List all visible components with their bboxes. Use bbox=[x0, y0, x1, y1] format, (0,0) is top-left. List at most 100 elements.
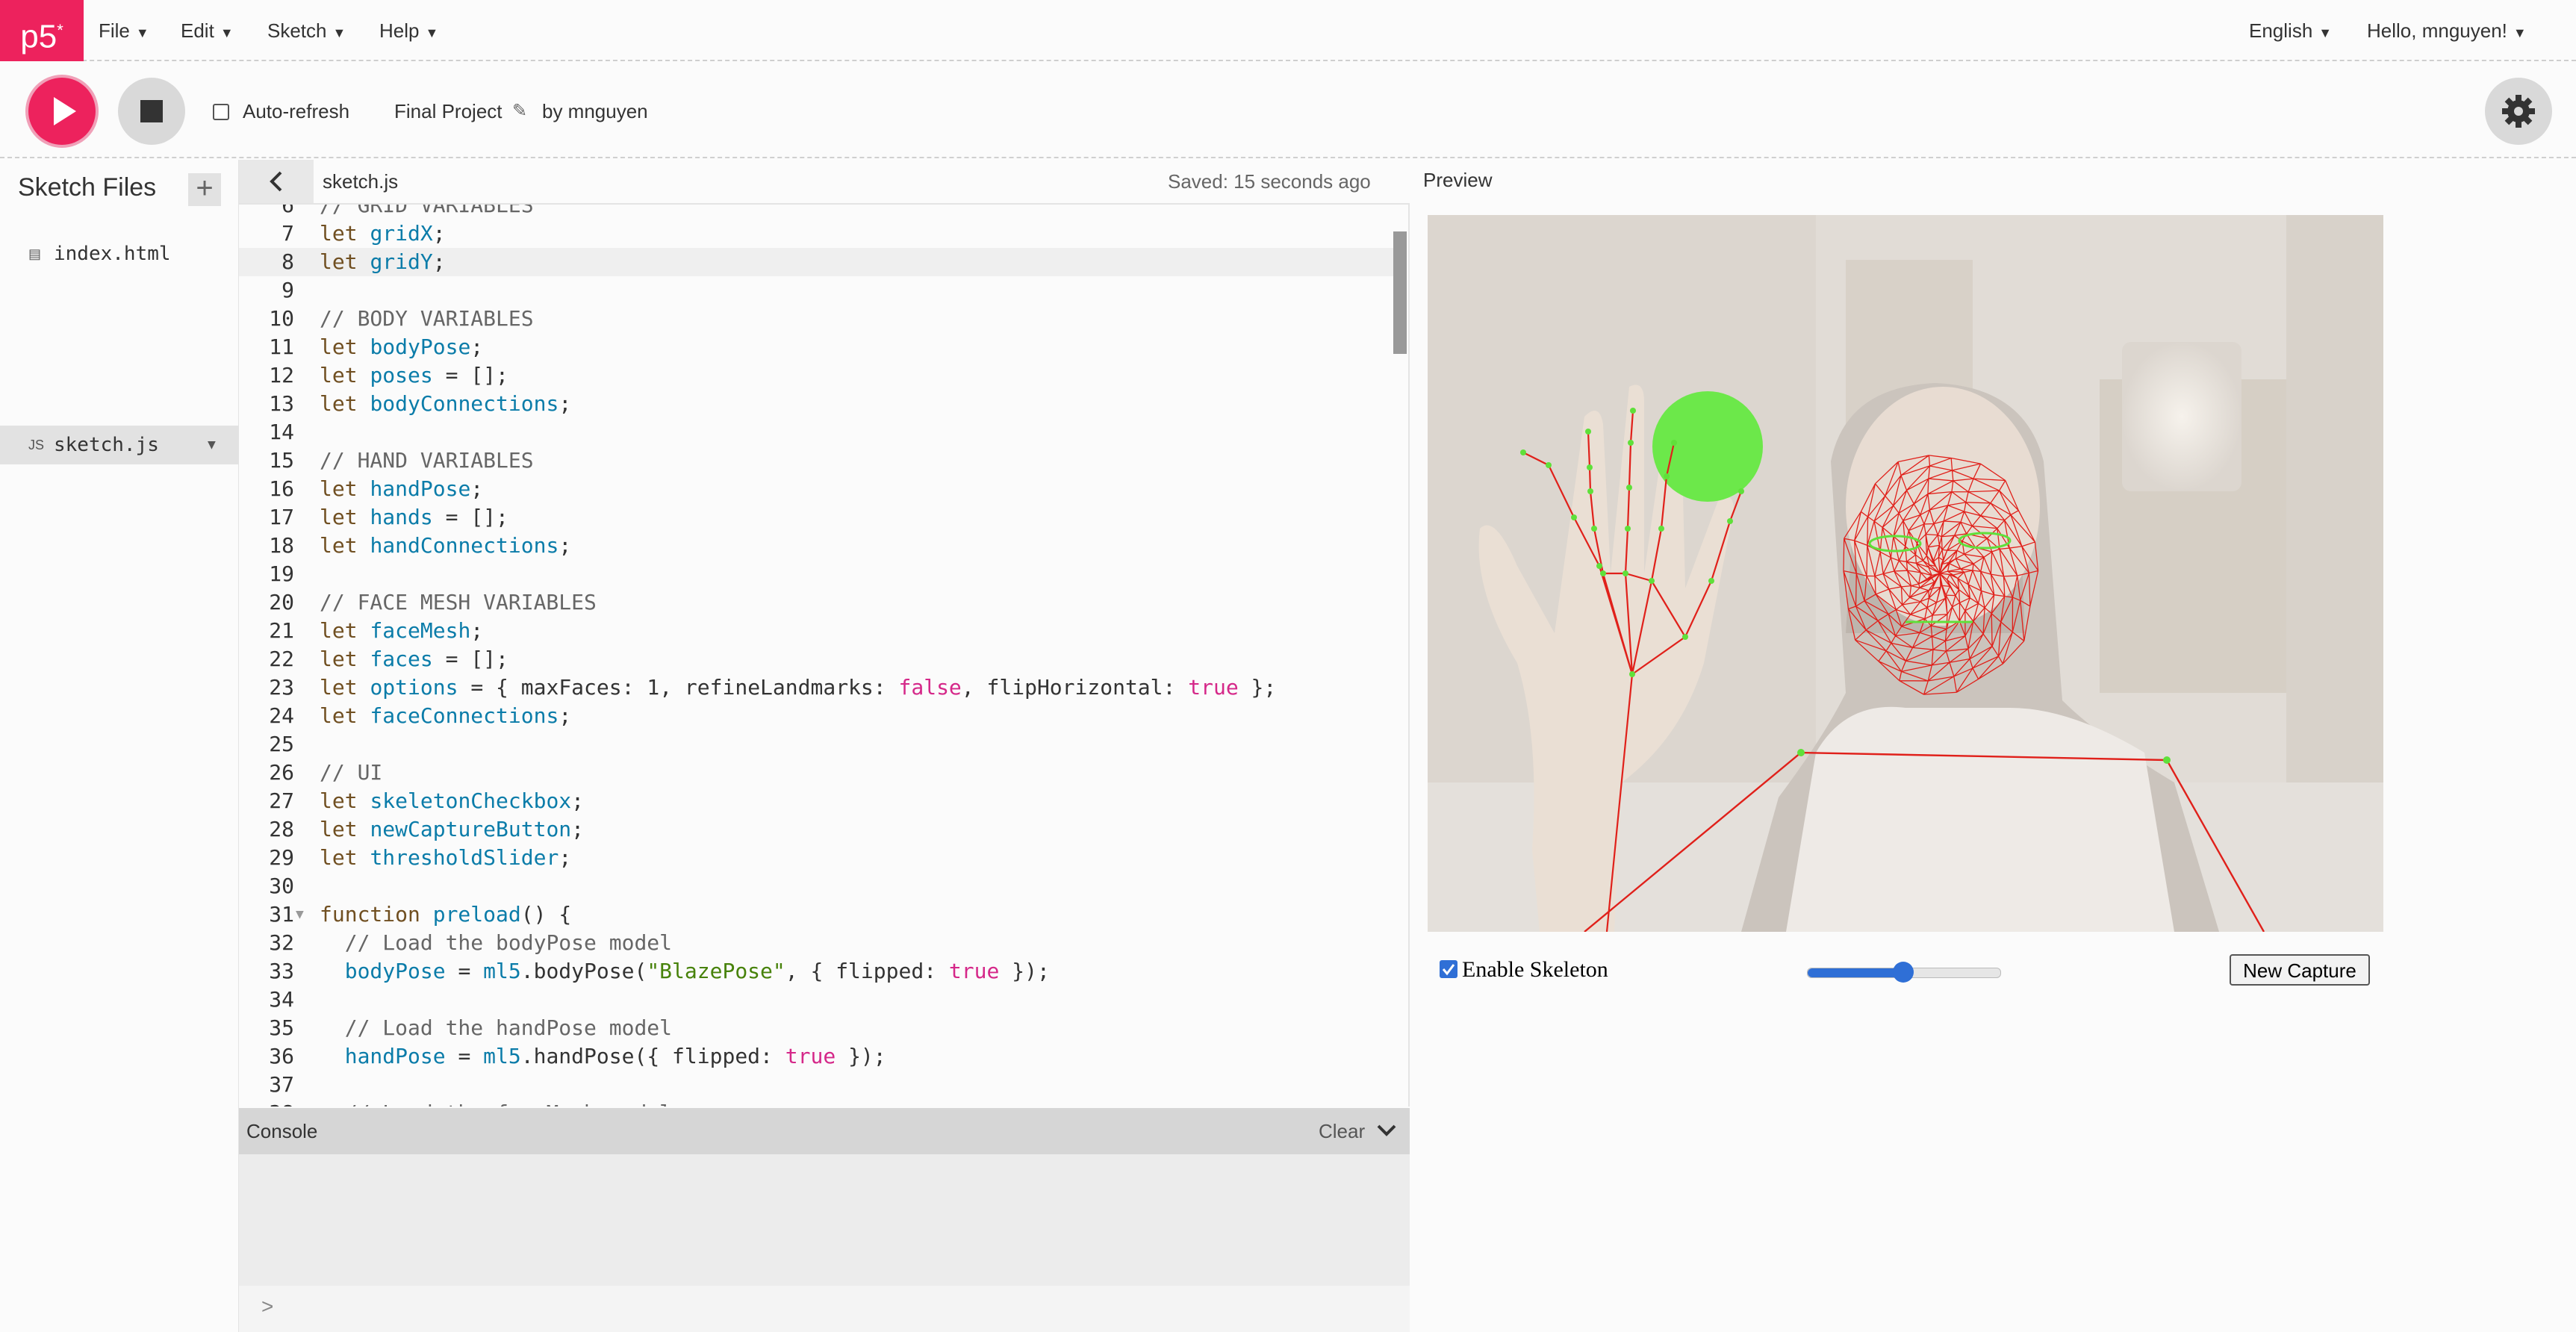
line-number: 33 bbox=[269, 959, 294, 983]
code-text: let faces = []; bbox=[320, 647, 508, 671]
code-line[interactable]: 34 bbox=[239, 986, 1396, 1014]
code-text: handPose = ml5.handPose({ flipped: true … bbox=[344, 1044, 886, 1068]
language-label: English bbox=[2249, 19, 2313, 42]
sidebar-title: Sketch Files bbox=[18, 173, 157, 202]
code-line[interactable]: 21 let faceMesh; bbox=[239, 617, 1396, 645]
code-text: // Load the bodyPose model bbox=[344, 930, 673, 955]
enable-skeleton-checkbox[interactable] bbox=[1440, 960, 1457, 978]
add-file-button[interactable]: + bbox=[188, 173, 221, 206]
fold-arrow-icon[interactable]: ▼ bbox=[296, 900, 304, 929]
menu-help[interactable]: Help ▼ bbox=[379, 0, 438, 61]
code-line[interactable]: 18 let handConnections; bbox=[239, 532, 1396, 560]
code-line[interactable]: 30 bbox=[239, 872, 1396, 900]
code-line[interactable]: 14 bbox=[239, 418, 1396, 446]
code-line[interactable]: 11 let bodyPose; bbox=[239, 333, 1396, 361]
code-line[interactable]: 6 // GRID VARIABLES bbox=[239, 203, 1396, 220]
code-text: // Load the handPose model bbox=[344, 1015, 673, 1040]
chevron-down-icon[interactable] bbox=[1375, 1121, 1398, 1139]
line-number: 37 bbox=[269, 1072, 294, 1097]
code-text: bodyPose = ml5.bodyPose("BlazePose", { f… bbox=[344, 959, 1050, 983]
code-line[interactable]: 13 let bodyConnections; bbox=[239, 390, 1396, 418]
code-text: // Load the faceMesh model bbox=[320, 1099, 672, 1107]
html-file-icon: ▤ bbox=[28, 246, 42, 261]
code-line[interactable]: 15 // HAND VARIABLES bbox=[239, 446, 1396, 475]
file-item-index-html[interactable]: ▤ index.html bbox=[0, 234, 239, 273]
code-editor[interactable]: 6 // GRID VARIABLES 7 let gridX; 8 let gridY;… bbox=[239, 203, 1410, 1107]
code-text: let faceConnections; bbox=[320, 703, 572, 728]
code-text: // BODY VARIABLES bbox=[320, 306, 534, 331]
collapse-sidebar-button[interactable] bbox=[239, 160, 314, 203]
line-number: 27 bbox=[269, 788, 294, 813]
menu-sketch[interactable]: Sketch ▼ bbox=[267, 0, 346, 61]
file-item-sketch-js[interactable]: JS sketch.js ▼ bbox=[0, 426, 239, 464]
line-number: 24 bbox=[269, 703, 294, 728]
menu-file[interactable]: File ▼ bbox=[99, 0, 149, 61]
line-number: 6 bbox=[281, 203, 294, 217]
p5-logo[interactable]: p5* bbox=[0, 0, 84, 61]
code-line[interactable]: 12 let poses = []; bbox=[239, 361, 1396, 390]
editor-scrollbar[interactable] bbox=[1393, 231, 1407, 354]
sketch-files-sidebar: Sketch Files + ▤ index.html JS sketch.js… bbox=[0, 160, 239, 1332]
language-selector[interactable]: English ▼ bbox=[2249, 0, 2332, 61]
line-number: 19 bbox=[269, 561, 294, 586]
console-clear-button[interactable]: Clear bbox=[1319, 1120, 1365, 1143]
code-line[interactable]: 17 let hands = []; bbox=[239, 503, 1396, 532]
code-line[interactable]: 26 // UI bbox=[239, 759, 1396, 787]
project-name[interactable]: Final Project bbox=[394, 100, 503, 123]
code-text: // FACE MESH VARIABLES bbox=[320, 590, 597, 614]
pencil-icon[interactable]: ✎ bbox=[512, 100, 527, 122]
code-line[interactable]: 20 // FACE MESH VARIABLES bbox=[239, 588, 1396, 617]
user-menu[interactable]: Hello, mnguyen! ▼ bbox=[2367, 0, 2527, 61]
code-line[interactable]: 25 bbox=[239, 730, 1396, 759]
code-line[interactable]: 29 let thresholdSlider; bbox=[239, 844, 1396, 872]
chevron-down-icon: ▼ bbox=[2318, 25, 2333, 40]
code-line[interactable]: 33 bodyPose = ml5.bodyPose("BlazePose", … bbox=[239, 957, 1396, 986]
settings-button[interactable] bbox=[2485, 78, 2552, 145]
sketch-controls: Enable Skeleton New Capture bbox=[1428, 932, 2383, 1014]
play-button[interactable] bbox=[28, 78, 96, 145]
code-line[interactable]: 37 bbox=[239, 1071, 1396, 1099]
line-number: 32 bbox=[269, 930, 294, 955]
new-capture-button[interactable]: New Capture bbox=[2230, 954, 2370, 986]
code-line[interactable]: 9 bbox=[239, 276, 1396, 305]
code-line[interactable]: 35 // Load the handPose model bbox=[239, 1014, 1396, 1042]
line-number: 36 bbox=[269, 1044, 294, 1068]
menu-edit[interactable]: Edit ▼ bbox=[181, 0, 234, 61]
code-line[interactable]: 19 bbox=[239, 560, 1396, 588]
code-line[interactable]: 16 let handPose; bbox=[239, 475, 1396, 503]
console-output bbox=[239, 1154, 1410, 1286]
code-text: let poses = []; bbox=[320, 363, 508, 388]
code-line[interactable]: 28 let newCaptureButton; bbox=[239, 815, 1396, 844]
code-line[interactable]: 32 // Load the bodyPose model bbox=[239, 929, 1396, 957]
chevron-down-icon[interactable]: ▼ bbox=[208, 426, 216, 464]
code-text: let hands = []; bbox=[320, 505, 508, 529]
code-line[interactable]: 31 ▼ function preload() { bbox=[239, 900, 1396, 929]
code-line[interactable]: 22 let faces = []; bbox=[239, 645, 1396, 673]
slider-handle[interactable] bbox=[1893, 962, 1914, 983]
code-line[interactable]: 8 let gridY; bbox=[239, 248, 1396, 276]
code-text: let bodyPose; bbox=[320, 334, 484, 359]
logo-mark: * bbox=[57, 21, 63, 40]
code-line[interactable]: 38 // Load the faceMesh model bbox=[239, 1099, 1396, 1107]
code-line[interactable]: 10 // BODY VARIABLES bbox=[239, 305, 1396, 333]
console-input[interactable]: > bbox=[239, 1286, 1410, 1332]
stop-button[interactable] bbox=[118, 78, 185, 145]
sketch-canvas[interactable] bbox=[1428, 215, 2383, 933]
line-number: 34 bbox=[269, 987, 294, 1012]
menu-edit-label: Edit bbox=[181, 19, 214, 42]
code-line[interactable]: 24 let faceConnections; bbox=[239, 702, 1396, 730]
code-line[interactable]: 7 let gridX; bbox=[239, 220, 1396, 248]
code-text: // GRID VARIABLES bbox=[320, 203, 534, 217]
console-header: Console Clear bbox=[239, 1108, 1410, 1154]
checkmark-icon bbox=[1442, 964, 1455, 976]
code-line[interactable]: 27 let skeletonCheckbox; bbox=[239, 787, 1396, 815]
enable-skeleton-label: Enable Skeleton bbox=[1462, 957, 1608, 982]
code-text: // UI bbox=[320, 760, 383, 785]
code-line[interactable]: 23 let options = { maxFaces: 1, refineLan… bbox=[239, 673, 1396, 702]
line-number: 15 bbox=[269, 448, 294, 473]
auto-refresh-checkbox[interactable] bbox=[213, 104, 229, 120]
code-line[interactable]: 36 handPose = ml5.handPose({ flipped: tr… bbox=[239, 1042, 1396, 1071]
line-number: 17 bbox=[269, 505, 294, 529]
webcam-preview bbox=[1428, 215, 2383, 933]
code-text: let bodyConnections; bbox=[320, 391, 572, 416]
